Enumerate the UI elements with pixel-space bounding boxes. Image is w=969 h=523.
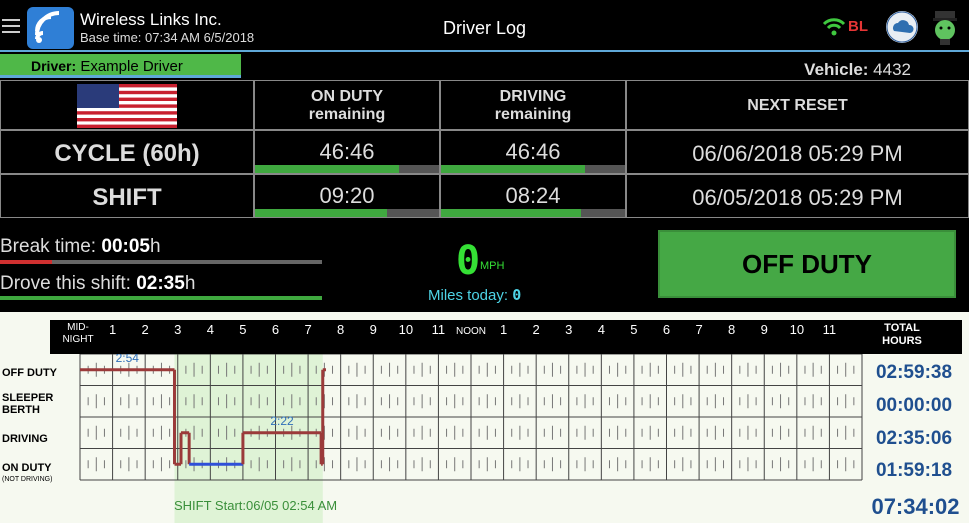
total-driving: 02:35:06 [875,428,953,449]
break-time: Break time: 00:05h [0,236,161,257]
cycle-on-duty-bar [255,165,439,173]
row-label-off-duty: OFF DUTY [2,367,57,379]
cycle-row-label: CYCLE (60h) [0,130,254,174]
driver-name: Example Driver [80,58,183,75]
shift-driving-cell: 08:24 [440,174,626,218]
total-hours-header: TOTAL HOURS [882,322,922,347]
flag-cell [0,80,254,130]
shift-row-label: SHIFT [0,174,254,218]
driver-badge[interactable]: Driver: Example Driver [0,54,241,78]
speed-unit: MPH [480,260,505,272]
duration-annotation: 2:22 [270,414,294,428]
shift-on-duty-bar [255,209,439,217]
total-on-duty: 01:59:18 [875,460,953,481]
next-reset-header: NEXT RESET [626,80,969,130]
cycle-driving-cell: 46:46 [440,130,626,174]
driver-label: Driver: [31,58,77,74]
drove-value: 02:35 [136,273,185,294]
drove-this-shift: Drove this shift: 02:35h [0,273,196,294]
shift-start: SHIFT Start:06/05 02:54 AM [174,498,338,513]
vehicle-info[interactable]: Vehicle: 4432 [804,60,911,80]
grand-total: 07:34:02 [871,494,960,519]
row-label-on-duty: ON DUTY (NOT DRIVING) [2,462,53,483]
driver-avatar-icon[interactable] [930,9,960,45]
bluetooth-status[interactable]: BL [848,18,868,35]
hours-of-service-table: ON DUTY remaining DRIVING remaining NEXT R… [0,80,969,218]
on-duty-remaining-header: ON DUTY remaining [254,80,440,130]
break-time-bar [0,260,322,264]
row-label-driving: DRIVING [2,433,48,445]
miles-today: Miles today: 0 [428,286,522,304]
driving-remaining-header: DRIVING remaining [440,80,626,130]
cloud-sync-icon[interactable] [886,11,918,43]
drove-bar [0,296,322,300]
cycle-driving-bar [441,165,625,173]
total-off-duty: 02:59:38 [875,362,953,383]
us-flag-icon [77,84,177,128]
shift-next-reset: 06/05/2018 05:29 PM [626,174,969,218]
cycle-on-duty-cell: 46:46 [254,130,440,174]
shift-on-duty-cell: 09:20 [254,174,440,218]
shift-driving-value: 08:24 [505,183,561,208]
wifi-signal-icon [822,16,846,41]
miles-value: 0 [512,286,522,304]
shift-driving-bar [441,209,625,217]
break-time-value: 00:05 [101,236,150,257]
row-label-sleeper: SLEEPER BERTH [2,392,54,416]
shift-on-duty-value: 09:20 [319,183,375,208]
app-header: Wireless Links Inc. Base time: 07:34 AM … [0,0,969,52]
vehicle-label: Vehicle: [804,60,869,79]
hour-label: 11 [822,322,837,337]
speed-readout: 0 [456,238,481,284]
cycle-driving-value: 46:46 [505,139,561,164]
status-panel: Break time: 00:05h Drove this shift: 02:… [0,218,969,312]
cycle-on-duty-value: 46:46 [319,139,375,164]
vehicle-number: 4432 [873,60,911,79]
cycle-next-reset: 06/06/2018 05:29 PM [626,130,969,174]
driver-bar: Driver: Example Driver Vehicle: 4432 [0,54,969,80]
log-graph: 2:54 2:22 MID-NIGHT 1 2 3 4 5 6 7 8 9 10 11 NOON 1 2 3 4 5… [0,312,969,523]
duty-status-button[interactable]: OFF DUTY [658,230,956,298]
total-sleeper: 00:00:00 [875,395,953,416]
